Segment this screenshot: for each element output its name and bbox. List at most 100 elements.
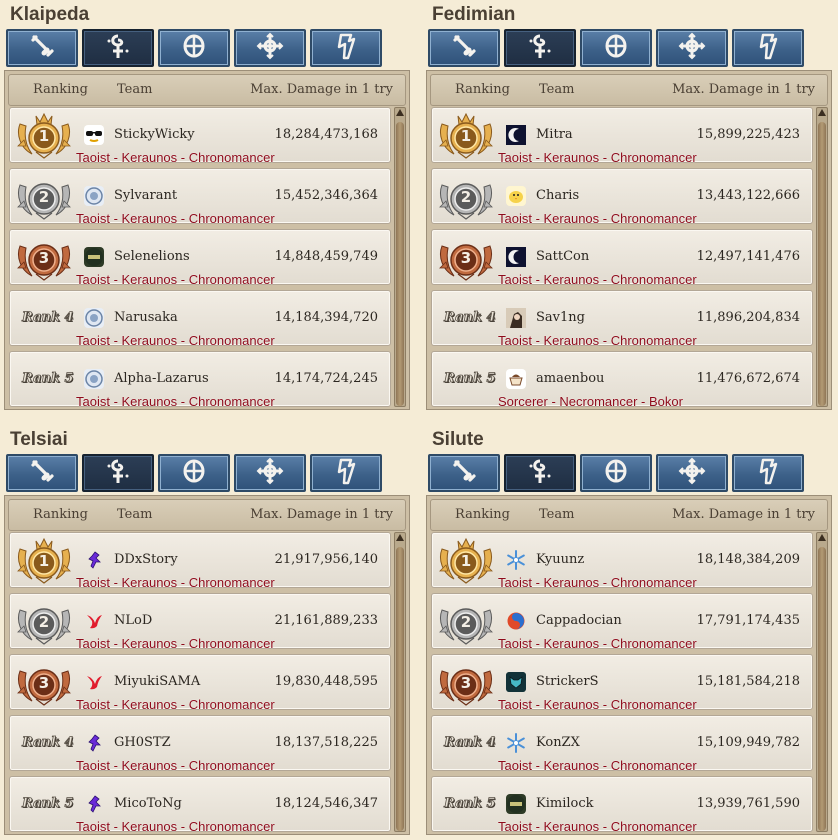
- purple-figure-emblem: [84, 794, 104, 814]
- rank-number: 3: [460, 249, 472, 267]
- team-name[interactable]: Kimilock: [536, 796, 594, 811]
- scrollbar[interactable]: [816, 532, 828, 832]
- scrollbar[interactable]: [394, 107, 406, 407]
- ranking-row[interactable]: Rank 5 Kimilock 13,939,761,590 Taoist - …: [431, 776, 813, 834]
- team-name[interactable]: MicoToNg: [114, 796, 182, 811]
- ranking-row[interactable]: 1 Kyuunz 18,148,384,209 Taoist - Kerauno…: [431, 532, 813, 590]
- tab-scout-class[interactable]: [656, 454, 728, 492]
- scroll-up-arrow-icon[interactable]: [396, 534, 404, 541]
- ranking-row[interactable]: 2 NLoD 21,161,889,233 Taoist - Keraunos …: [9, 593, 391, 651]
- scrollbar-thumb[interactable]: [396, 122, 404, 406]
- scroll-up-arrow-icon[interactable]: [396, 109, 404, 116]
- tab-scout-class[interactable]: [656, 29, 728, 67]
- team-name[interactable]: Kyuunz: [536, 552, 584, 567]
- team-name[interactable]: Selenelions: [114, 249, 190, 264]
- class-combination: Taoist - Keraunos - Chronomancer: [76, 333, 275, 348]
- tab-archer-class[interactable]: [580, 29, 652, 67]
- ranking-row[interactable]: Rank 5 amaenbou 11,476,672,674 Sorcerer …: [431, 351, 813, 409]
- tab-cleric-class[interactable]: [504, 29, 576, 67]
- ranking-list: 1 StickyWicky 18,284,473,168 Taoist - Ke…: [9, 107, 391, 412]
- wizard-class-icon: [751, 31, 785, 65]
- scroll-up-arrow-icon[interactable]: [818, 109, 826, 116]
- tab-wizard-class[interactable]: [732, 454, 804, 492]
- tab-archer-class[interactable]: [580, 454, 652, 492]
- ranking-row[interactable]: 1 DDxStory 21,917,956,140 Taoist - Kerau…: [9, 532, 391, 590]
- team-name[interactable]: Mitra: [536, 127, 573, 142]
- ranking-row[interactable]: 3 SattCon 12,497,141,476 Taoist - Keraun…: [431, 229, 813, 287]
- team-name[interactable]: Sav1ng: [536, 310, 585, 325]
- max-damage-value: 14,184,394,720: [274, 310, 378, 325]
- rank-number: 1: [38, 552, 50, 570]
- rank-number: 3: [38, 249, 50, 267]
- tab-sword-class[interactable]: [428, 454, 500, 492]
- header-max-damage: Max. Damage in 1 try: [250, 82, 393, 97]
- ranking-row[interactable]: Rank 5 MicoToNg 18,124,546,347 Taoist - …: [9, 776, 391, 834]
- tab-wizard-class[interactable]: [310, 29, 382, 67]
- team-name[interactable]: DDxStory: [114, 552, 178, 567]
- scrollbar-thumb[interactable]: [396, 547, 404, 831]
- ranking-row[interactable]: Rank 4 KonZX 15,109,949,782 Taoist - Ker…: [431, 715, 813, 773]
- gold-medal-icon: 1: [14, 535, 74, 585]
- tab-sword-class[interactable]: [6, 454, 78, 492]
- ranking-row[interactable]: Rank 4 GH0STZ 18,137,518,225 Taoist - Ke…: [9, 715, 391, 773]
- max-damage-value: 13,939,761,590: [696, 796, 800, 811]
- header-team: Team: [117, 82, 153, 97]
- scrollbar[interactable]: [816, 107, 828, 407]
- class-combination: Taoist - Keraunos - Chronomancer: [76, 150, 275, 165]
- tab-sword-class[interactable]: [428, 29, 500, 67]
- team-name[interactable]: StrickerS: [536, 674, 598, 689]
- ranking-row[interactable]: Rank 5 Alpha-Lazarus 14,174,724,245 Taoi…: [9, 351, 391, 409]
- scrollbar-thumb[interactable]: [818, 547, 826, 831]
- bronze-medal-icon: 3: [14, 657, 74, 707]
- team-name[interactable]: NLoD: [114, 613, 152, 628]
- rank-label: Rank 5: [444, 796, 496, 812]
- team-name[interactable]: amaenbou: [536, 371, 604, 386]
- scout-class-icon: [675, 456, 709, 490]
- tab-scout-class[interactable]: [234, 454, 306, 492]
- cleric-class-icon: [101, 456, 135, 490]
- team-name[interactable]: MiyukiSAMA: [114, 674, 200, 689]
- tab-cleric-class[interactable]: [82, 454, 154, 492]
- class-combination: Taoist - Keraunos - Chronomancer: [498, 758, 697, 773]
- team-name[interactable]: GH0STZ: [114, 735, 171, 750]
- tab-archer-class[interactable]: [158, 454, 230, 492]
- server-panel-klaipeda: Klaipeda Ranking Team Max. Damage in 1 t…: [4, 0, 410, 410]
- tab-cleric-class[interactable]: [504, 454, 576, 492]
- team-name[interactable]: Sylvarant: [114, 188, 177, 203]
- class-tabs: [6, 29, 382, 67]
- ranking-row[interactable]: 3 StrickerS 15,181,584,218 Taoist - Kera…: [431, 654, 813, 712]
- tab-cleric-class[interactable]: [82, 29, 154, 67]
- tab-wizard-class[interactable]: [310, 454, 382, 492]
- rank-number: 1: [460, 127, 472, 145]
- team-name[interactable]: Alpha-Lazarus: [114, 371, 209, 386]
- ranking-row[interactable]: Rank 4 Narusaka 14,184,394,720 Taoist - …: [9, 290, 391, 348]
- team-name[interactable]: KonZX: [536, 735, 580, 750]
- ranking-row[interactable]: Rank 4 Sav1ng 11,896,204,834 Taoist - Ke…: [431, 290, 813, 348]
- tab-sword-class[interactable]: [6, 29, 78, 67]
- ranking-row[interactable]: 3 Selenelions 14,848,459,749 Taoist - Ke…: [9, 229, 391, 287]
- tab-wizard-class[interactable]: [732, 29, 804, 67]
- scrollbar-thumb[interactable]: [818, 122, 826, 406]
- team-name[interactable]: Narusaka: [114, 310, 178, 325]
- tab-scout-class[interactable]: [234, 29, 306, 67]
- team-name[interactable]: Charis: [536, 188, 579, 203]
- class-combination: Taoist - Keraunos - Chronomancer: [498, 150, 697, 165]
- ranking-row[interactable]: 2 Cappadocian 17,791,174,435 Taoist - Ke…: [431, 593, 813, 651]
- ranking-row[interactable]: 2 Sylvarant 15,452,346,364 Taoist - Kera…: [9, 168, 391, 226]
- scrollbar[interactable]: [394, 532, 406, 832]
- team-name[interactable]: SattCon: [536, 249, 589, 264]
- rank-number: 2: [460, 613, 472, 631]
- team-name[interactable]: StickyWicky: [114, 127, 195, 142]
- ranking-row[interactable]: 1 StickyWicky 18,284,473,168 Taoist - Ke…: [9, 107, 391, 165]
- ranking-row[interactable]: 2 Charis 13,443,122,666 Taoist - Kerauno…: [431, 168, 813, 226]
- scroll-up-arrow-icon[interactable]: [818, 534, 826, 541]
- ranking-row[interactable]: 1 Mitra 15,899,225,423 Taoist - Keraunos…: [431, 107, 813, 165]
- team-name[interactable]: Cappadocian: [536, 613, 622, 628]
- rank-label: Rank 5: [22, 371, 74, 387]
- tab-archer-class[interactable]: [158, 29, 230, 67]
- class-tabs: [428, 29, 804, 67]
- ranking-row[interactable]: 3 MiyukiSAMA 19,830,448,595 Taoist - Ker…: [9, 654, 391, 712]
- purple-figure-emblem: [84, 550, 104, 570]
- rank-number: 2: [38, 613, 50, 631]
- server-panel-telsiai: Telsiai Ranking Team Max. Damage in 1 tr…: [4, 425, 410, 835]
